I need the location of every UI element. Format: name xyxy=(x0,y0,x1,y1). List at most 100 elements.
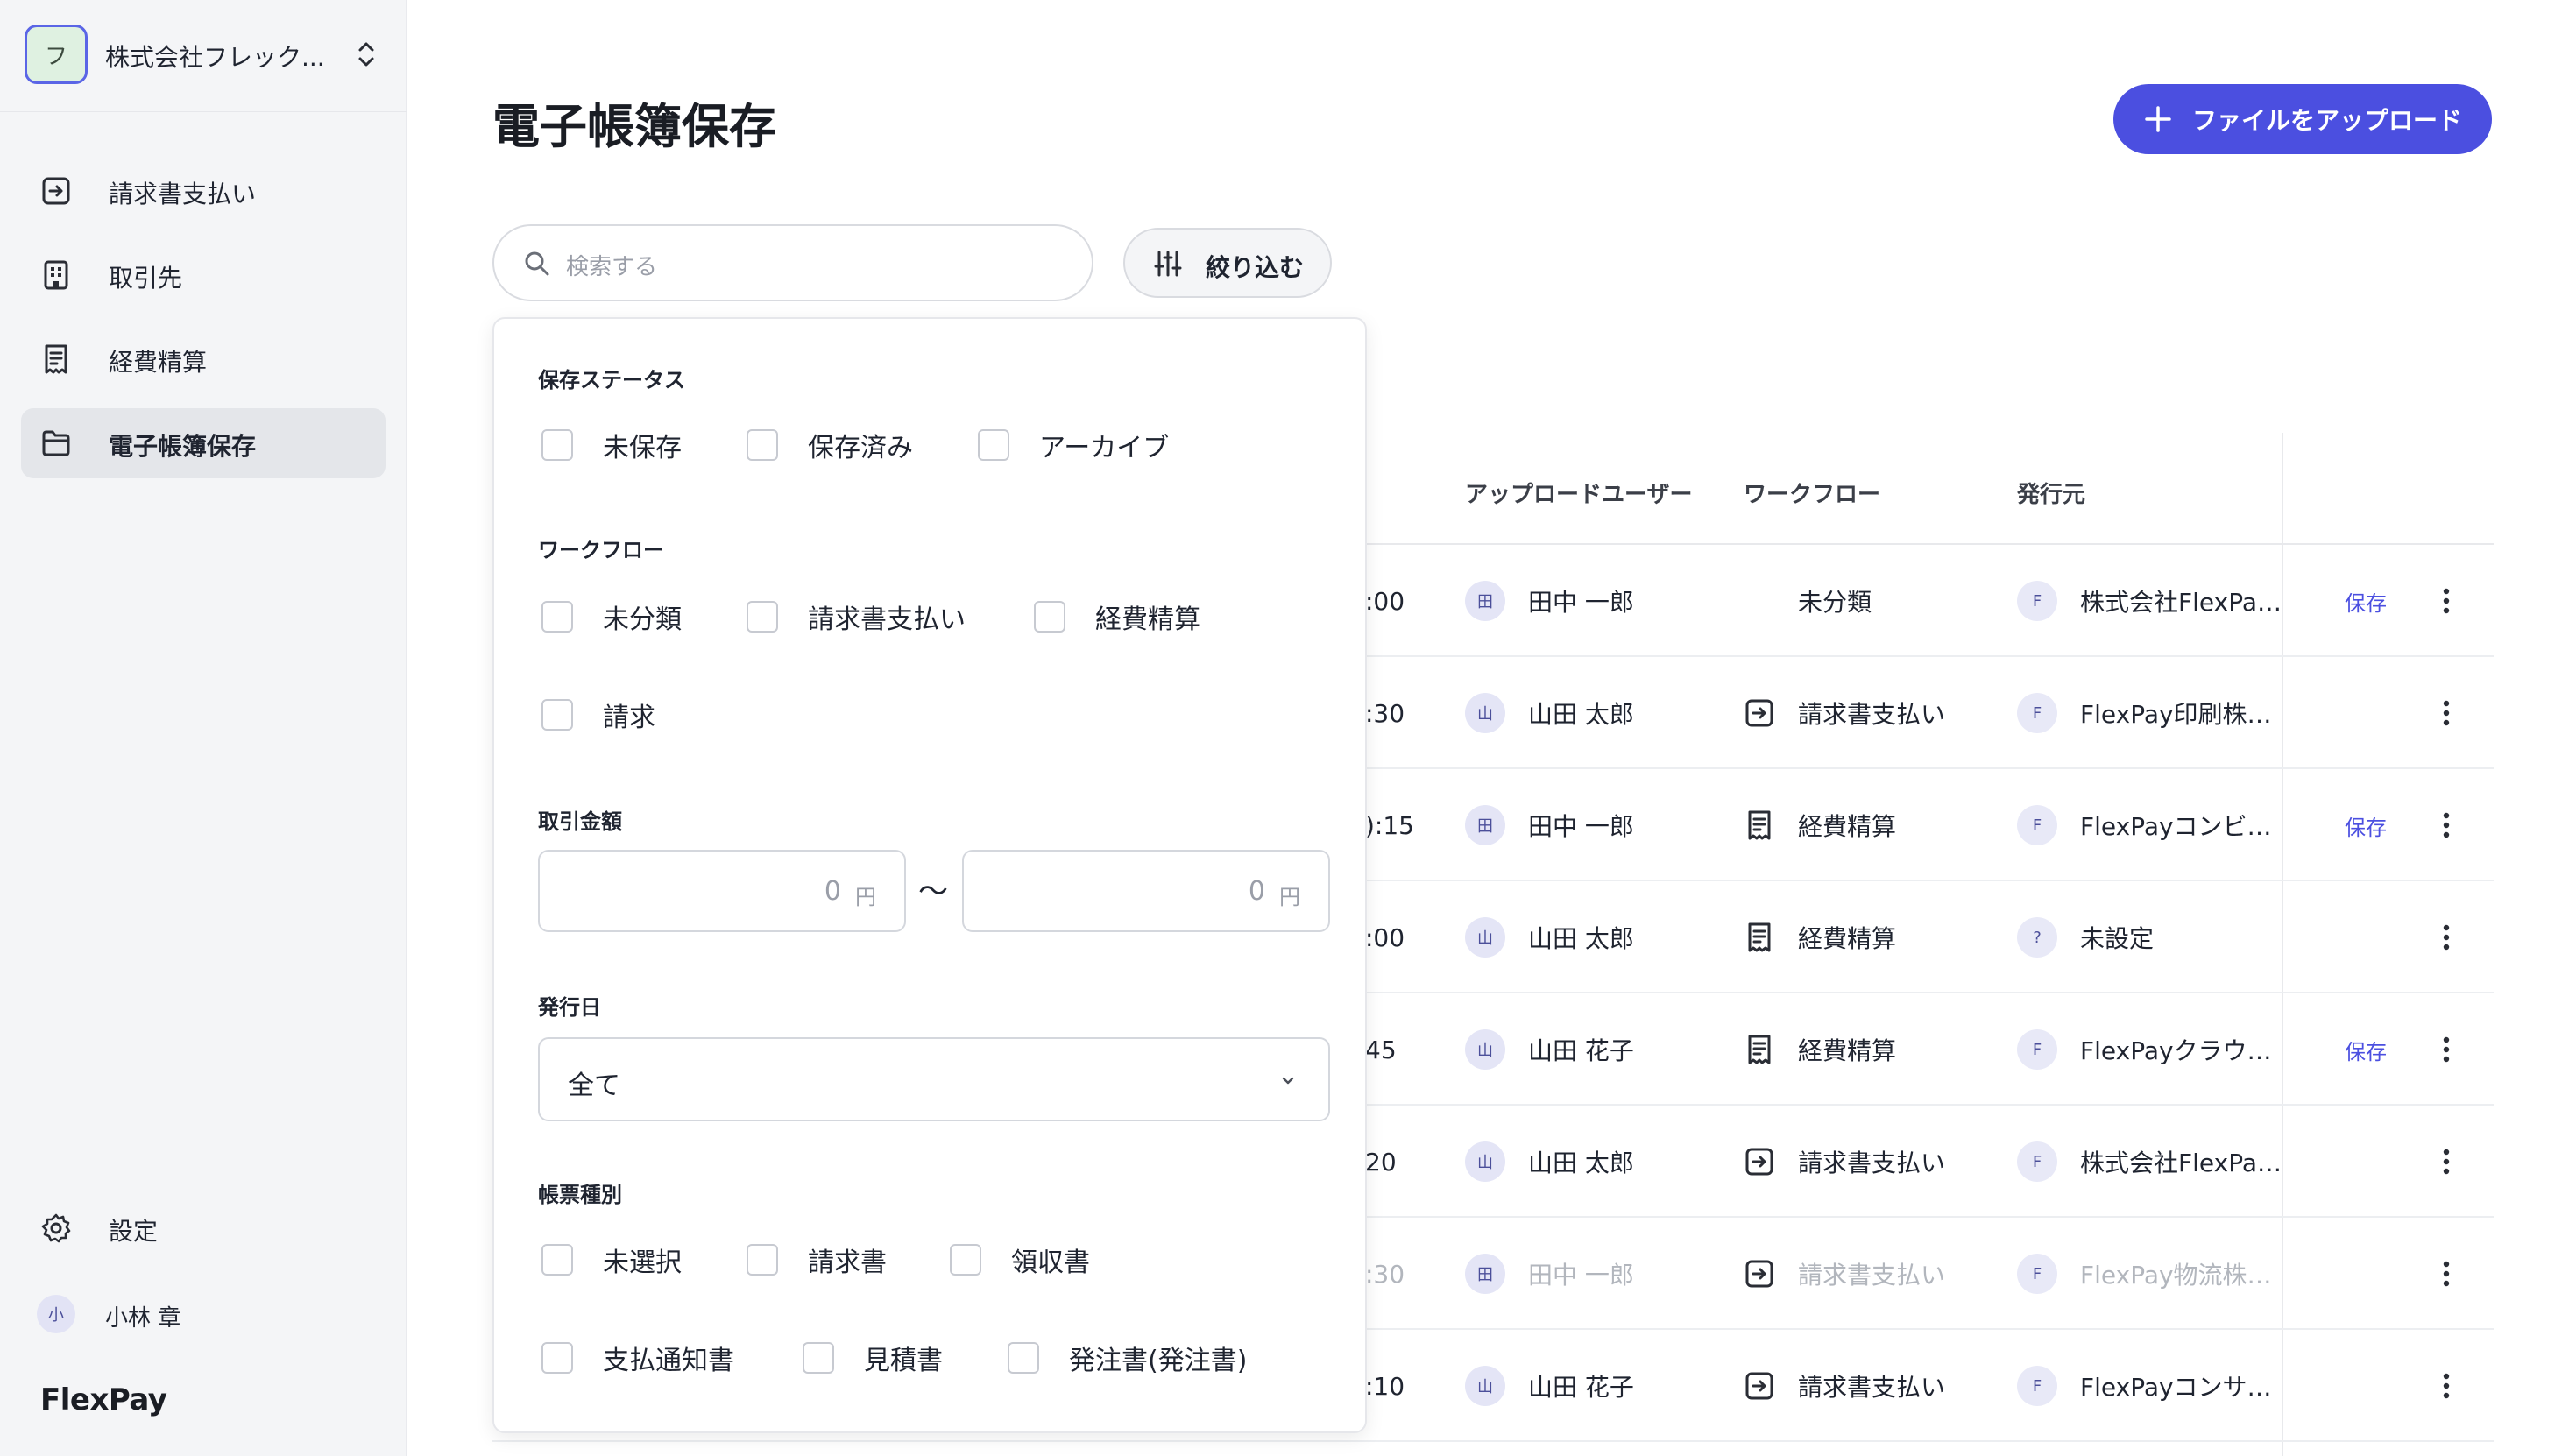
more-options-button[interactable] xyxy=(2429,545,2464,657)
issuer-avatar: F xyxy=(2017,1141,2057,1182)
issuer-avatar: ? xyxy=(2017,917,2057,958)
sidebar-item-e-bookkeeping[interactable]: 電子帳簿保存 xyxy=(21,408,386,478)
uploader-name: 山田 太郎 xyxy=(1528,1149,1634,1177)
checkbox-box[interactable] xyxy=(747,429,778,461)
issuer-cell: F 株式会社FlexPay... xyxy=(2017,545,2282,657)
uploader-cell: 山山田 太郎 xyxy=(1465,1106,1634,1218)
invoice-payment-icon xyxy=(1745,1148,1773,1176)
avatar: 山 xyxy=(1465,1141,1505,1182)
checkbox-box[interactable] xyxy=(541,699,573,731)
sidebar-item-invoice-payment[interactable]: 請求書支払い xyxy=(21,156,386,226)
filter-button[interactable]: 絞り込む xyxy=(1123,228,1332,298)
company-switcher[interactable]: フ 株式会社フレック... xyxy=(0,0,407,112)
checkbox-workflow-expenses[interactable]: 経費精算 xyxy=(1034,597,1200,636)
uploader-cell: 山山田 太郎 xyxy=(1465,881,1634,993)
checkbox-label: 保存済み xyxy=(808,433,913,463)
uploader-cell: 山山田 太郎 xyxy=(1465,657,1634,769)
more-options-button[interactable] xyxy=(2429,657,2464,769)
sidebar-item-label: 請求書支払い xyxy=(109,180,257,209)
issuer-name: FlexPay物流株式... xyxy=(2080,1261,2282,1290)
checkbox-box[interactable] xyxy=(803,1342,834,1374)
avatar: 山 xyxy=(1465,917,1505,958)
more-options-button[interactable] xyxy=(2429,1106,2464,1218)
filter-label: 絞り込む xyxy=(1206,253,1305,282)
upload-time: :00 xyxy=(1365,586,1405,616)
checkbox-workflow-invoice-payment[interactable]: 請求書支払い xyxy=(747,597,966,636)
save-link[interactable]: 保存 xyxy=(2345,993,2387,1106)
amount-unit: 円 xyxy=(855,885,876,909)
amount-max-field[interactable]: 0 円 xyxy=(962,850,1330,932)
checkbox-box[interactable] xyxy=(747,601,778,633)
checkbox-label: アーカイブ xyxy=(1039,433,1170,463)
checkbox-doctype-invoice[interactable]: 請求書 xyxy=(747,1240,887,1279)
checkbox-doctype-receipt[interactable]: 領収書 xyxy=(950,1240,1090,1279)
checkbox-status-archive[interactable]: アーカイブ xyxy=(978,426,1169,464)
plus-icon xyxy=(2145,106,2171,132)
checkbox-label: 領収書 xyxy=(1011,1247,1090,1278)
amount-min-value: 0 xyxy=(824,876,841,907)
checkbox-box[interactable] xyxy=(950,1244,981,1276)
workflow-cell: 請求書支払い xyxy=(1744,1106,1945,1218)
issuer-name: FlexPayコンビニ... xyxy=(2080,812,2282,841)
workflow-cell: 請求書支払い xyxy=(1744,657,1945,769)
more-options-button[interactable] xyxy=(2429,1330,2464,1442)
checkbox-status-unsaved[interactable]: 未保存 xyxy=(541,426,682,464)
checkbox-box[interactable] xyxy=(541,601,573,633)
avatar[interactable]: 小 xyxy=(37,1295,75,1333)
upload-file-button[interactable]: ファイルをアップロード xyxy=(2113,84,2492,154)
checkbox-workflow-billing[interactable]: 請求 xyxy=(541,696,655,734)
filter-section-doc-type-title: 帳票種別 xyxy=(538,1183,622,1207)
more-options-button[interactable] xyxy=(2429,881,2464,993)
workflow-cell: 経費精算 xyxy=(1744,769,1896,881)
checkbox-status-saved[interactable]: 保存済み xyxy=(747,426,913,464)
more-options-button[interactable] xyxy=(2429,1218,2464,1330)
uploader-name: 田中 一郎 xyxy=(1528,812,1634,841)
uploader-name: 田中 一郎 xyxy=(1528,1261,1634,1290)
checkbox-box[interactable] xyxy=(1034,601,1065,633)
issuer-cell: F FlexPayコンビニ... xyxy=(2017,769,2282,881)
checkbox-doctype-unselected[interactable]: 未選択 xyxy=(541,1240,682,1279)
issuer-name: FlexPayコンサル... xyxy=(2080,1373,2282,1402)
save-link[interactable]: 保存 xyxy=(2345,769,2387,881)
amount-range-separator: 〜 xyxy=(918,874,948,909)
issue-date-select[interactable]: 全て xyxy=(538,1037,1330,1121)
checkbox-box[interactable] xyxy=(978,429,1009,461)
issuer-name: 株式会社FlexPay... xyxy=(2080,1149,2282,1177)
checkbox-doctype-quotation[interactable]: 見積書 xyxy=(803,1339,943,1377)
receipt-icon xyxy=(1748,922,1771,952)
checkbox-box[interactable] xyxy=(747,1244,778,1276)
filter-section-workflow-title: ワークフロー xyxy=(538,538,664,562)
kebab-menu-icon xyxy=(2443,1149,2450,1175)
checkbox-workflow-unclassified[interactable]: 未分類 xyxy=(541,597,682,636)
checkbox-box[interactable] xyxy=(541,1244,573,1276)
search-input[interactable]: 検索する xyxy=(492,224,1093,301)
column-header-uploader[interactable]: アップロードユーザー xyxy=(1465,477,1692,509)
avatar: 山 xyxy=(1465,1366,1505,1406)
upload-time: :10 xyxy=(1365,1371,1405,1401)
invoice-payment-icon xyxy=(1745,699,1773,727)
checkbox-doctype-purchase-order[interactable]: 発注書(発注書) xyxy=(1008,1339,1247,1377)
filter-section-status-title: 保存ステータス xyxy=(538,368,685,392)
checkbox-box[interactable] xyxy=(1008,1342,1039,1374)
more-options-button[interactable] xyxy=(2429,769,2464,881)
uploader-name: 山田 花子 xyxy=(1528,1373,1634,1402)
invoice-payment-icon xyxy=(1745,1372,1773,1400)
workflow-cell: 請求書支払い xyxy=(1744,1330,1945,1442)
checkbox-doctype-payment-notice[interactable]: 支払通知書 xyxy=(541,1339,734,1377)
save-link[interactable]: 保存 xyxy=(2345,545,2387,657)
issuer-cell: F 株式会社FlexPay... xyxy=(2017,1106,2282,1218)
checkbox-label: 未選択 xyxy=(603,1247,682,1278)
filter-dropdown-panel: 保存ステータス 未保存 保存済み アーカイブ ワークフロー 未分類 請求書支払い… xyxy=(492,317,1367,1433)
checkbox-box[interactable] xyxy=(541,429,573,461)
column-header-issuer[interactable]: 発行元 xyxy=(2017,477,2085,509)
workflow-label: 未分類 xyxy=(1798,588,1872,617)
sidebar-item-partners[interactable]: 取引先 xyxy=(21,240,386,310)
avatar: 田 xyxy=(1465,581,1505,621)
sidebar-item-label: 電子帳簿保存 xyxy=(109,432,257,461)
checkbox-box[interactable] xyxy=(541,1342,573,1374)
sidebar-item-settings[interactable]: 設定 xyxy=(21,1193,386,1263)
more-options-button[interactable] xyxy=(2429,993,2464,1106)
column-header-workflow[interactable]: ワークフロー xyxy=(1744,477,1880,509)
amount-min-field[interactable]: 0 円 xyxy=(538,850,906,932)
sidebar-item-expenses[interactable]: 経費精算 xyxy=(21,324,386,394)
